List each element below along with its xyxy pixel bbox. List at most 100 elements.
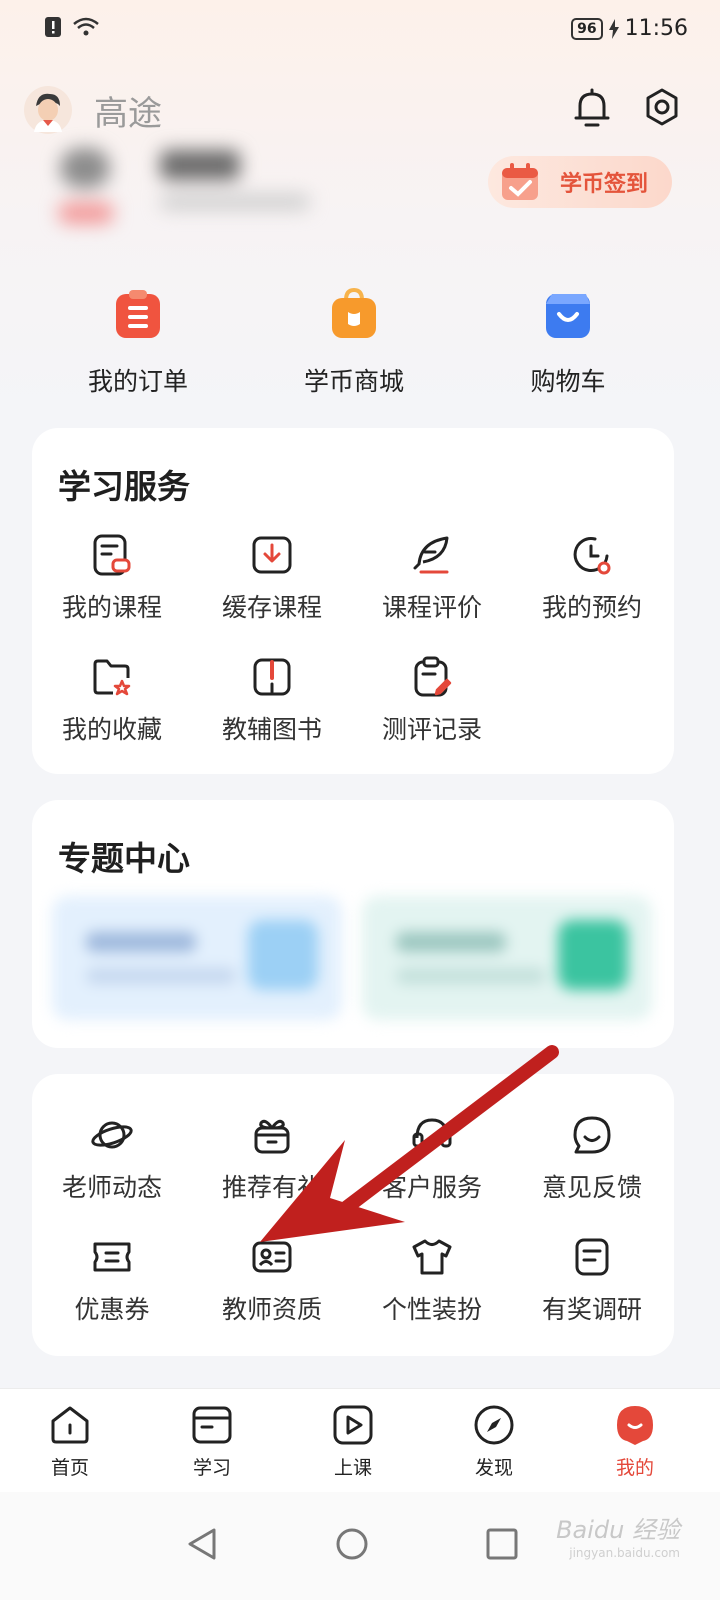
service-label: 课程评价 (381, 593, 482, 622)
planet-icon (91, 1121, 133, 1149)
profile-avatar-blurred (60, 148, 110, 188)
topic-banner-title-blurred (86, 932, 196, 952)
status-left (44, 16, 100, 38)
service-my-courses[interactable]: 我的课程 (32, 534, 192, 624)
service-my-favorites[interactable]: 我的收藏 (32, 656, 192, 746)
service-my-appointments[interactable]: 我的预约 (512, 534, 672, 624)
quick-label-cart: 购物车 (530, 367, 606, 396)
favorite-folder-icon (93, 659, 131, 696)
service-label: 我的课程 (61, 593, 162, 622)
id-card-icon (252, 1241, 292, 1273)
recents-square-icon[interactable] (472, 1514, 532, 1574)
headset-icon (412, 1118, 452, 1148)
service-cached-courses[interactable]: 缓存课程 (192, 534, 352, 624)
tshirt-icon (412, 1239, 452, 1275)
clock-time: 11:56 (624, 16, 688, 41)
tab-mine[interactable]: 我的 (585, 1403, 685, 1480)
service-label: 有奖调研 (541, 1295, 642, 1324)
watermark-url: jingyan.baidu.com (569, 1546, 680, 1560)
shopping-bag-icon (332, 287, 376, 338)
notification-bell-icon[interactable] (572, 86, 612, 130)
survey-icon (575, 1238, 609, 1276)
profile-tag-blurred (58, 202, 114, 224)
coin-checkin-label: 学币签到 (560, 172, 649, 197)
service-teacher-updates[interactable]: 老师动态 (32, 1114, 192, 1204)
service-teacher-qualification[interactable]: 教师资质 (192, 1236, 352, 1326)
service-label: 个性装扮 (381, 1295, 482, 1324)
service-label: 老师动态 (61, 1173, 162, 1202)
order-clipboard-icon (116, 290, 160, 338)
tab-home[interactable]: 首页 (20, 1403, 120, 1480)
system-nav-bar: Baidu 经验 jingyan.baidu.com (0, 1492, 720, 1600)
service-test-records[interactable]: 测评记录 (352, 656, 512, 746)
home-circle-icon[interactable] (322, 1514, 382, 1574)
service-label: 测评记录 (381, 715, 482, 744)
profile-info-blurred[interactable] (50, 140, 350, 240)
service-label: 意见反馈 (541, 1173, 642, 1202)
topic-center-card: 专题中心 (32, 800, 674, 1048)
topic-center-title: 专题中心 (58, 839, 190, 878)
topic-banner-subtitle-blurred (396, 968, 546, 984)
tab-discover[interactable]: 发现 (444, 1403, 544, 1480)
service-referral-gift[interactable]: 推荐有礼 (192, 1114, 352, 1204)
service-label: 优惠券 (74, 1295, 150, 1324)
study-services-title: 学习服务 (58, 467, 190, 506)
topic-banner-1[interactable] (52, 896, 342, 1020)
tab-label: 学习 (192, 1457, 231, 1479)
service-label: 我的预约 (541, 593, 642, 622)
topic-banner-title-blurred (396, 932, 506, 952)
app-title: 高途 (94, 94, 162, 134)
service-label: 客户服务 (381, 1173, 482, 1202)
service-personal-dressup[interactable]: 个性装扮 (352, 1236, 512, 1326)
profile-name-blurred (160, 150, 240, 180)
header: 高途 (0, 80, 720, 140)
feedback-icon (573, 1116, 611, 1154)
more-services-card: 老师动态 推荐有礼 客户服务 意见反馈 优惠券 教师资质 个性装扮 有奖调研 (32, 1074, 674, 1356)
quick-label-orders: 我的订单 (87, 367, 188, 396)
alert-icon (45, 17, 61, 37)
quick-item-cart[interactable]: 购物车 (468, 288, 668, 398)
service-label: 教辅图书 (221, 715, 322, 744)
coupon-icon (93, 1242, 131, 1272)
calendar-check-icon (502, 163, 538, 200)
watermark: Baidu 经验 (556, 1516, 680, 1544)
play-icon (333, 1405, 373, 1445)
status-bar: 96 11:56 (0, 0, 720, 60)
book-icon (253, 658, 291, 696)
status-right: 96 11:56 (571, 16, 688, 41)
avatar[interactable] (24, 86, 72, 134)
gift-icon (254, 1119, 290, 1154)
download-icon (252, 536, 292, 574)
tab-study[interactable]: 学习 (162, 1403, 262, 1480)
service-coupons[interactable]: 优惠券 (32, 1236, 192, 1326)
study-services-card: 学习服务 我的课程 缓存课程 课程评价 我的预约 我的收藏 教辅图书 测评记录 (32, 428, 674, 774)
service-label: 推荐有礼 (221, 1173, 322, 1202)
service-customer-service[interactable]: 客户服务 (352, 1114, 512, 1204)
quick-item-orders[interactable]: 我的订单 (38, 288, 238, 398)
service-reference-books[interactable]: 教辅图书 (192, 656, 352, 746)
clock-icon (573, 537, 611, 575)
quick-label-coin-mall: 学币商城 (303, 367, 404, 396)
service-label: 我的收藏 (61, 715, 162, 744)
study-icon (192, 1406, 232, 1444)
tab-class[interactable]: 上课 (303, 1403, 403, 1480)
battery-indicator: 96 (571, 17, 603, 40)
topic-banner-2[interactable] (362, 896, 652, 1020)
wifi-icon (73, 17, 99, 36)
service-feedback[interactable]: 意见反馈 (512, 1114, 672, 1204)
service-paid-survey[interactable]: 有奖调研 (512, 1236, 672, 1326)
test-record-icon (414, 656, 452, 697)
back-triangle-icon[interactable] (172, 1514, 232, 1574)
service-label: 教师资质 (221, 1295, 322, 1324)
coin-checkin-button[interactable]: 学币签到 (488, 156, 672, 208)
service-course-review[interactable]: 课程评价 (352, 534, 512, 624)
quick-item-coin-mall[interactable]: 学币商城 (254, 287, 454, 398)
service-label: 缓存课程 (221, 593, 322, 622)
topic-banner-art (248, 920, 318, 990)
tab-label: 上课 (333, 1457, 372, 1479)
topic-banner-subtitle-blurred (86, 968, 236, 984)
settings-gear-icon[interactable] (642, 86, 682, 130)
tab-label: 首页 (50, 1457, 89, 1479)
topic-banner-art (558, 920, 628, 990)
compass-icon (474, 1405, 514, 1445)
